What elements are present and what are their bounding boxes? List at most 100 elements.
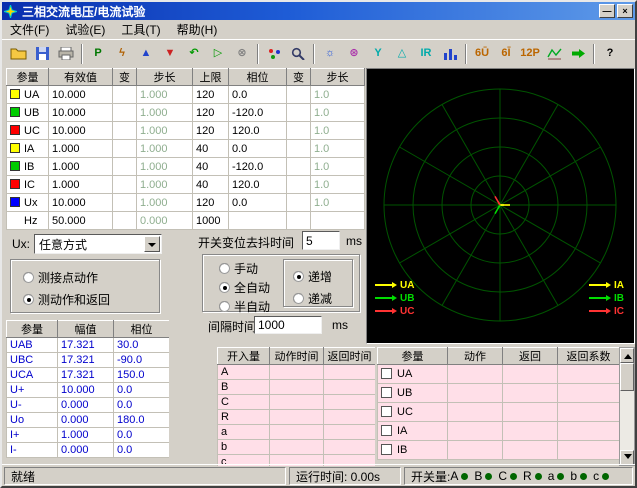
limit-cell[interactable]: 40 — [193, 140, 229, 158]
rms-cell[interactable]: 10.000 — [49, 194, 113, 212]
param-name-cell[interactable]: Ux — [7, 194, 49, 212]
delta-connection-icon[interactable]: △ — [390, 43, 414, 65]
result-checkbox[interactable] — [381, 425, 392, 436]
param-name-cell[interactable]: IB — [7, 158, 49, 176]
direction-option[interactable]: 递减 — [293, 290, 352, 307]
rms-cell[interactable]: 10.000 — [49, 122, 113, 140]
vary-flag-cell[interactable] — [113, 194, 137, 212]
vary-flag-cell[interactable] — [113, 158, 137, 176]
vary-flag-cell[interactable] — [113, 122, 137, 140]
step-cell[interactable]: 1.000 — [137, 194, 193, 212]
phase-cell[interactable] — [229, 212, 287, 230]
param-name-cell[interactable]: UC — [7, 122, 49, 140]
phase-cell[interactable]: -120.0 — [229, 158, 287, 176]
vary-flag-cell[interactable] — [113, 140, 137, 158]
rms-cell[interactable]: 50.000 — [49, 212, 113, 230]
scrollbar[interactable] — [619, 347, 635, 466]
vary-flag-cell[interactable] — [113, 86, 137, 104]
chevron-down-icon[interactable] — [144, 236, 160, 252]
scroll-down-icon[interactable] — [620, 450, 634, 465]
wye-connection-icon[interactable]: Y — [366, 43, 390, 65]
phase-step-cell[interactable]: 1.0 — [311, 122, 365, 140]
close-button[interactable]: × — [617, 4, 633, 18]
vary-flag-cell[interactable] — [113, 176, 137, 194]
minimize-button[interactable]: — — [599, 4, 615, 18]
menu-test[interactable]: 试验(E) — [57, 20, 113, 39]
param-name-cell[interactable]: Hz — [7, 212, 49, 230]
step-cell[interactable]: 1.000 — [137, 104, 193, 122]
rms-cell[interactable]: 1.000 — [49, 158, 113, 176]
curve-icon[interactable] — [542, 43, 566, 65]
step-cell[interactable]: 1.000 — [137, 176, 193, 194]
result-checkbox[interactable] — [381, 444, 392, 455]
stop-icon[interactable]: ⊗ — [230, 43, 254, 65]
output-hold-icon[interactable] — [566, 43, 590, 65]
rms-cell[interactable]: 10.000 — [49, 104, 113, 122]
vary-flag-cell[interactable] — [287, 86, 311, 104]
phase-step-cell[interactable]: 1.0 — [311, 104, 365, 122]
phase-cell[interactable]: 0.0 — [229, 86, 287, 104]
phase-step-cell[interactable]: 1.0 — [311, 194, 365, 212]
title-bar[interactable]: 三相交流电压/电流试验 — × — [2, 2, 635, 20]
step-cell[interactable]: 1.000 — [137, 86, 193, 104]
param-name-cell[interactable]: IC — [7, 176, 49, 194]
limit-cell[interactable]: 40 — [193, 158, 229, 176]
vary-flag-cell[interactable] — [113, 212, 137, 230]
phase-step-cell[interactable]: 1.0 — [311, 158, 365, 176]
direction-option[interactable]: 递增 — [293, 268, 352, 285]
measure-option[interactable]: 测接点动作 — [23, 269, 159, 286]
menu-file[interactable]: 文件(F) — [2, 20, 57, 39]
param-name-cell[interactable]: IA — [7, 140, 49, 158]
ir-icon[interactable]: IR — [414, 43, 438, 65]
param-name-cell[interactable]: UA — [7, 86, 49, 104]
step-down-icon[interactable]: ▼ — [158, 43, 182, 65]
vary-flag-cell[interactable] — [113, 104, 137, 122]
vary-flag-cell[interactable] — [287, 176, 311, 194]
result-checkbox[interactable] — [381, 387, 392, 398]
scrollbar-thumb[interactable] — [620, 363, 634, 391]
phase-step-cell[interactable] — [311, 212, 365, 230]
scrollbar-track[interactable] — [620, 391, 634, 450]
print-icon[interactable] — [54, 43, 78, 65]
twelve-p-icon[interactable]: 12P — [518, 43, 542, 65]
vary-flag-cell[interactable] — [287, 212, 311, 230]
phase-cell[interactable]: 120.0 — [229, 176, 287, 194]
six-i-icon[interactable]: 6Ī — [494, 43, 518, 65]
step-cell[interactable]: 1.000 — [137, 140, 193, 158]
limit-cell[interactable]: 1000 — [193, 212, 229, 230]
limit-cell[interactable]: 120 — [193, 122, 229, 140]
scatter-icon[interactable] — [262, 43, 286, 65]
six-u-icon[interactable]: 6Ū — [470, 43, 494, 65]
step-cell[interactable]: 0.000 — [137, 212, 193, 230]
scroll-up-icon[interactable] — [620, 348, 634, 363]
vary-flag-cell[interactable] — [287, 194, 311, 212]
phase-step-cell[interactable]: 1.0 — [311, 86, 365, 104]
phase-cell[interactable]: -120.0 — [229, 104, 287, 122]
rms-cell[interactable]: 1.000 — [49, 176, 113, 194]
vector-diagram-icon[interactable]: ⊛ — [342, 43, 366, 65]
menu-tools[interactable]: 工具(T) — [113, 20, 168, 39]
step-up-icon[interactable]: ▲ — [134, 43, 158, 65]
step-cell[interactable]: 1.000 — [137, 158, 193, 176]
ux-mode-select[interactable]: 任意方式 — [34, 234, 162, 254]
limit-cell[interactable]: 120 — [193, 86, 229, 104]
starburst-icon[interactable]: ☼ — [318, 43, 342, 65]
reset-icon[interactable]: ↶ — [182, 43, 206, 65]
vary-flag-cell[interactable] — [287, 140, 311, 158]
menu-help[interactable]: 帮助(H) — [169, 20, 226, 39]
vary-flag-cell[interactable] — [287, 104, 311, 122]
vary-flag-cell[interactable] — [287, 122, 311, 140]
limit-cell[interactable]: 120 — [193, 104, 229, 122]
phase-cell[interactable]: 0.0 — [229, 194, 287, 212]
save-icon[interactable] — [30, 43, 54, 65]
result-checkbox[interactable] — [381, 406, 392, 417]
measure-option[interactable]: 测动作和返回 — [23, 291, 159, 308]
protection-icon[interactable]: P — [86, 43, 110, 65]
interval-input[interactable] — [254, 316, 322, 334]
param-name-cell[interactable]: UB — [7, 104, 49, 122]
phase-cell[interactable]: 0.0 — [229, 140, 287, 158]
vary-flag-cell[interactable] — [287, 158, 311, 176]
rms-cell[interactable]: 1.000 — [49, 140, 113, 158]
rms-cell[interactable]: 10.000 — [49, 86, 113, 104]
harmonics-icon[interactable] — [438, 43, 462, 65]
